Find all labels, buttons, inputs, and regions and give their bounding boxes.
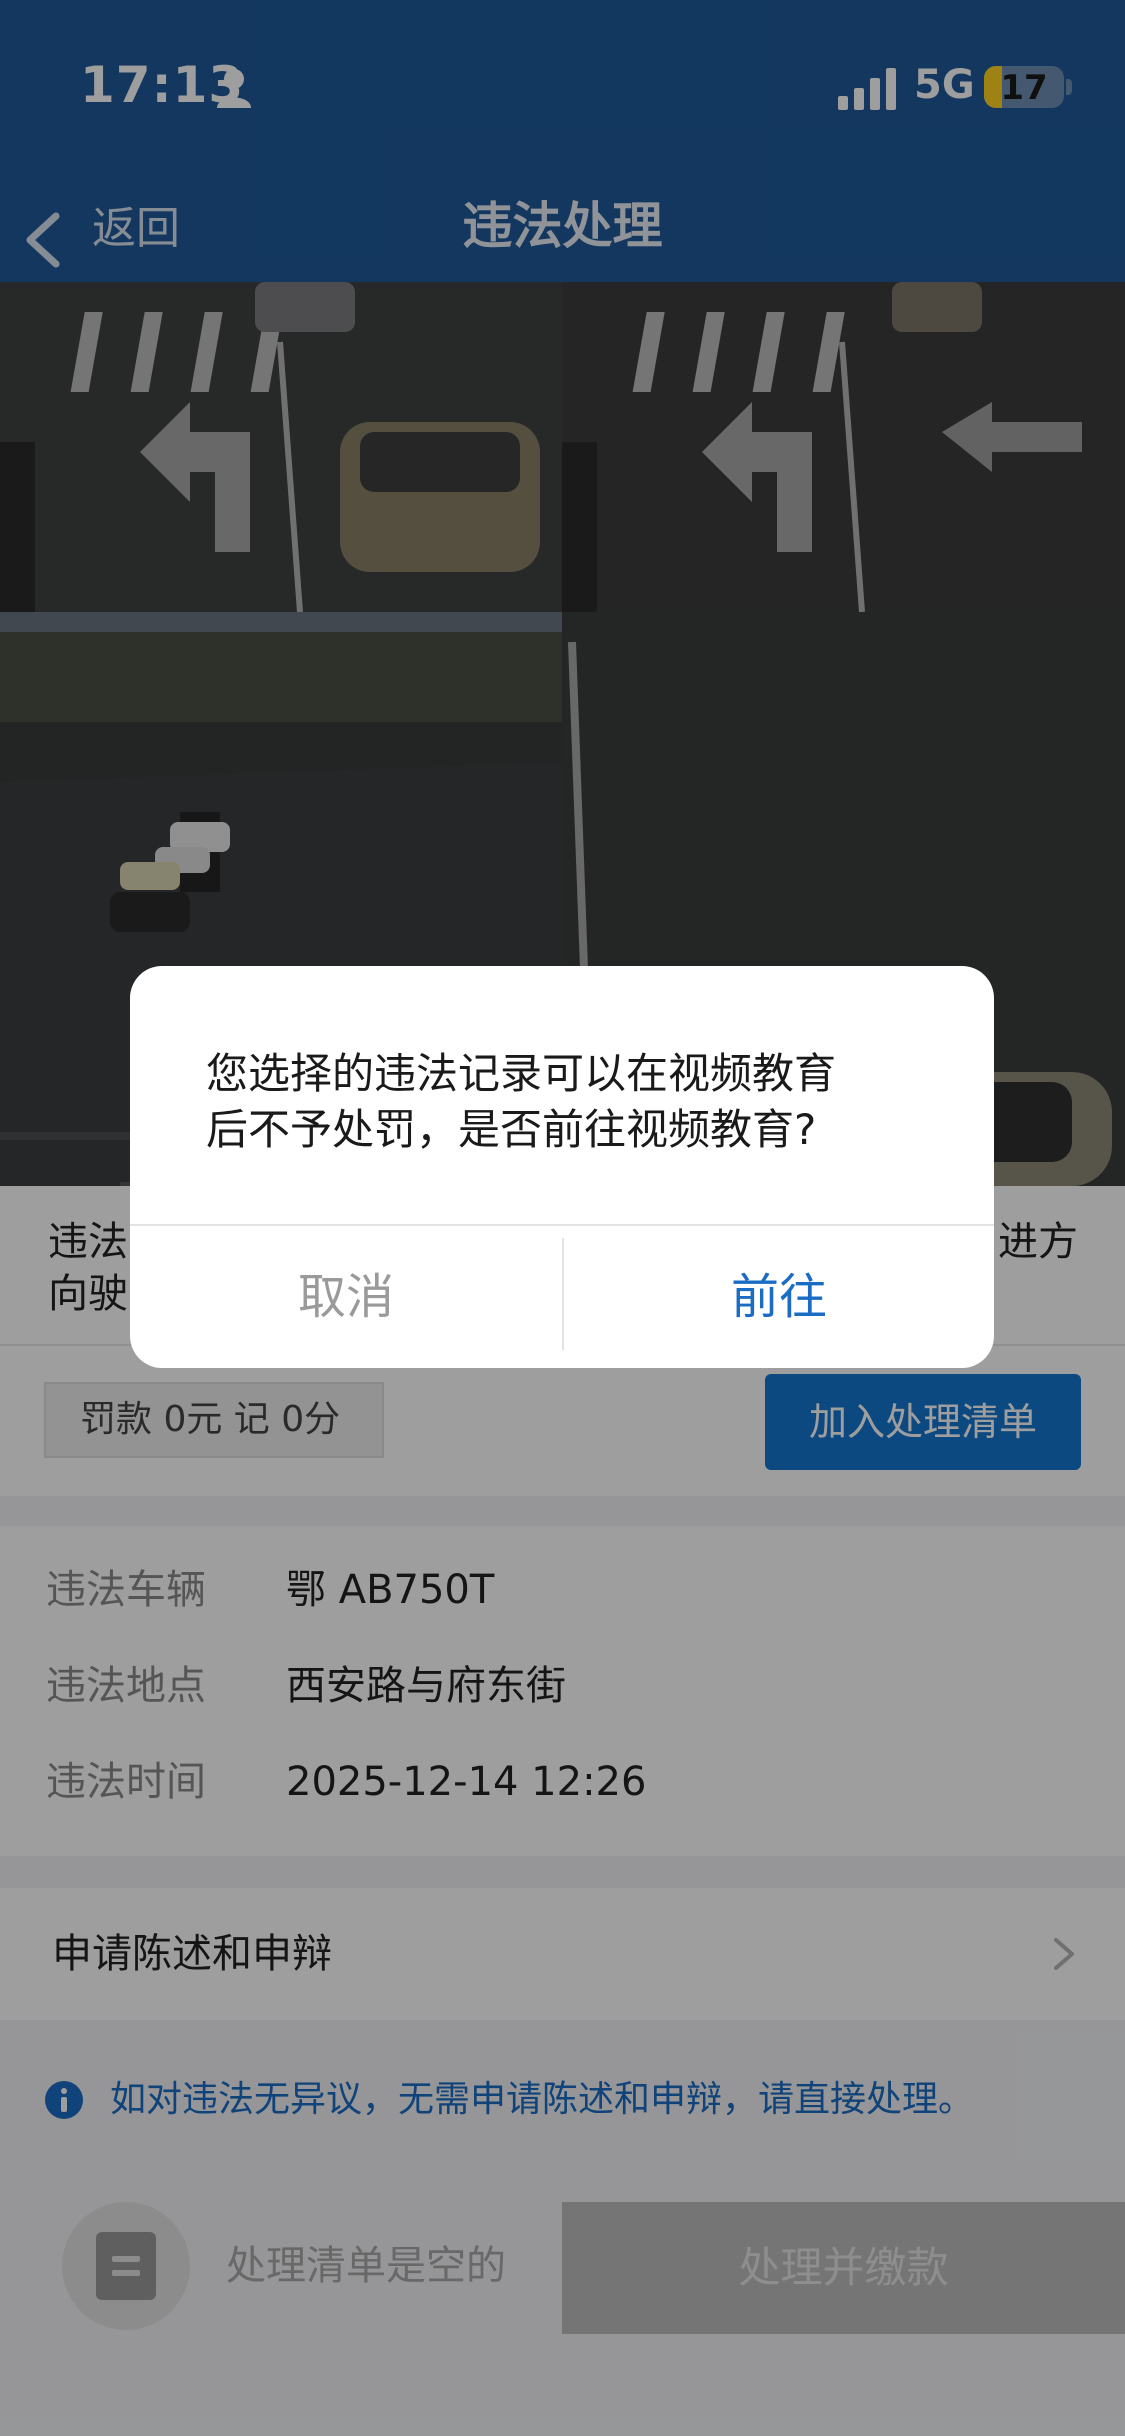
cancel-button[interactable]: 取消 [130,1226,562,1368]
dialog-message: 您选择的违法记录可以在视频教育 后不予处罚，是否前往视频教育? [206,1049,837,1154]
go-button[interactable]: 前往 [564,1226,994,1368]
video-education-dialog: 您选择的违法记录可以在视频教育 后不予处罚，是否前往视频教育? 取消 前往 [130,966,994,1368]
